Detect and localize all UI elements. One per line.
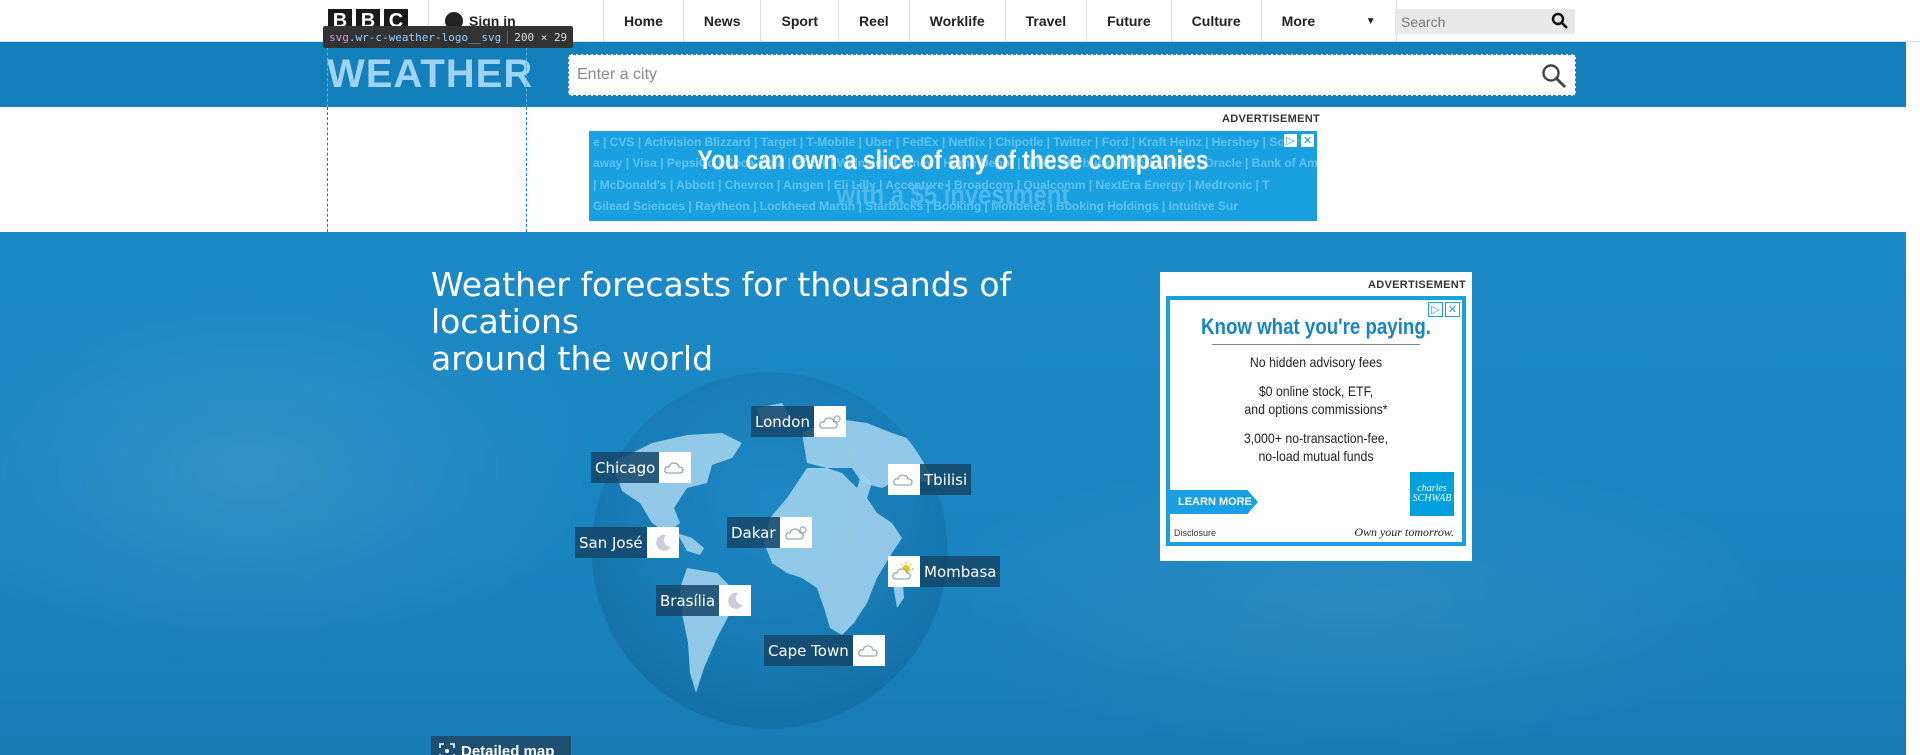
nav-more-label: More [1281, 13, 1316, 29]
location-label: Brasília [656, 585, 720, 616]
disclosure-link[interactable]: Disclosure [1174, 528, 1216, 538]
location-label: Tbilisi [920, 464, 972, 495]
adchoices-icon[interactable]: ▷ [1283, 133, 1298, 148]
side-ad[interactable]: ADVERTISEMENT ▷ ✕ Know what you're payin… [1160, 272, 1472, 561]
inspector-tag: svg [329, 30, 349, 44]
location-pin-san-jose[interactable]: San José [575, 527, 679, 558]
cloud-icon [888, 464, 920, 495]
nav-future[interactable]: Future [1086, 0, 1171, 42]
weather-header-bar: WEATHER Enter a city [0, 42, 1906, 107]
moon-icon [719, 585, 752, 616]
inspector-highlight-box [327, 42, 527, 107]
side-ad-line: $0 online stock, ETF, [1258, 383, 1374, 399]
location-pin-chicago[interactable]: Chicago [591, 452, 692, 483]
sun-cloud-icon [888, 556, 920, 587]
side-ad-line: No hidden advisory fees [1249, 354, 1383, 370]
devtools-inspector-tooltip: svg.wr-c-weather-logo__svg 200 × 29 [323, 26, 574, 48]
location-pin-dakar[interactable]: Dakar [727, 517, 812, 548]
city-search-placeholder: Enter a city [577, 66, 658, 83]
location-pin-cape-town[interactable]: Cape Town [764, 635, 885, 666]
inspector-guide-lines [327, 107, 527, 232]
location-pin-brasilia[interactable]: Brasília [656, 585, 752, 616]
bbc-search-input[interactable]: Search [1395, 9, 1575, 34]
schwab-logo: charles SCHWAB [1410, 472, 1454, 516]
location-label: Dakar [727, 517, 780, 548]
city-search-input[interactable]: Enter a city [568, 54, 1576, 96]
location-label: Cape Town [764, 635, 853, 666]
hero-section: Weather forecasts for thousands of locat… [0, 232, 1906, 755]
location-pin-london[interactable]: London [751, 406, 846, 437]
search-icon[interactable] [1541, 63, 1567, 89]
primary-nav: Home News Sport Reel Worklife Travel Fut… [603, 0, 1397, 42]
side-ad-headline: Know what you're paying. [1201, 314, 1431, 339]
location-label: Chicago [591, 452, 660, 483]
page: B B C Sign in Home News Sport Reel Workl… [0, 0, 1920, 755]
divider [1212, 344, 1420, 345]
close-icon[interactable]: ✕ [1445, 302, 1460, 317]
search-icon[interactable] [1551, 12, 1569, 30]
bbc-top-nav: B B C Sign in Home News Sport Reel Workl… [0, 0, 1920, 42]
schwab-ad-creative[interactable]: ▷ ✕ Know what you're paying. No hidden a… [1166, 296, 1466, 546]
cloud-icon [659, 452, 692, 483]
cloud-sun-icon [779, 517, 812, 548]
ad-tagline: Own your tomorrow. [1354, 525, 1454, 539]
top-banner-ad[interactable]: e | CVS | Activision Blizzard | Target |… [589, 131, 1317, 221]
location-label: San José [575, 527, 647, 558]
location-label: London [751, 406, 814, 437]
nav-travel[interactable]: Travel [1004, 0, 1086, 42]
side-ad-line: no-load mutual funds [1258, 448, 1374, 464]
hero-title-line: Weather forecasts for thousands of locat… [431, 265, 1012, 341]
nav-sport[interactable]: Sport [760, 0, 838, 42]
learn-more-button[interactable]: LEARN MORE [1170, 490, 1258, 514]
side-ad-line: and options commissions* [1244, 401, 1388, 417]
cloud-sun-icon [813, 406, 846, 437]
ad-headline: You can own a slice of any of these comp… [697, 145, 1209, 175]
bbc-search-placeholder: Search [1401, 13, 1446, 30]
location-pin-tbilisi[interactable]: Tbilisi [888, 464, 972, 495]
side-ad-line: 3,000+ no-transaction-fee, [1243, 430, 1389, 446]
nav-news[interactable]: News [682, 0, 761, 42]
hero-title-line: around the world [431, 339, 714, 378]
ad-choices: ▷ ✕ [1283, 133, 1315, 148]
map-frame-icon [439, 743, 455, 755]
hero-title: Weather forecasts for thousands of locat… [431, 266, 1131, 377]
cloud-icon [852, 635, 885, 666]
moon-icon [646, 527, 679, 558]
ad-subline: with a $5 investment [836, 179, 1070, 210]
detailed-map-label: Detailed map [461, 742, 555, 755]
location-label: Mombasa [920, 556, 1001, 587]
nav-more[interactable]: More ▼ [1260, 0, 1397, 42]
nav-reel[interactable]: Reel [838, 0, 909, 42]
nav-culture[interactable]: Culture [1170, 0, 1261, 42]
inspector-size: 200 × 29 [507, 30, 567, 44]
ad-label: ADVERTISEMENT [1222, 113, 1321, 125]
nav-home[interactable]: Home [603, 0, 683, 42]
detailed-map-button[interactable]: Detailed map [431, 736, 571, 755]
location-pin-mombasa[interactable]: Mombasa [888, 556, 1001, 587]
close-icon[interactable]: ✕ [1300, 133, 1315, 148]
inspector-class: .wr-c-weather-logo__svg [348, 30, 502, 44]
ad-label: ADVERTISEMENT [1367, 279, 1466, 291]
nav-worklife[interactable]: Worklife [908, 0, 1005, 42]
caret-down-icon: ▼ [1365, 15, 1376, 27]
